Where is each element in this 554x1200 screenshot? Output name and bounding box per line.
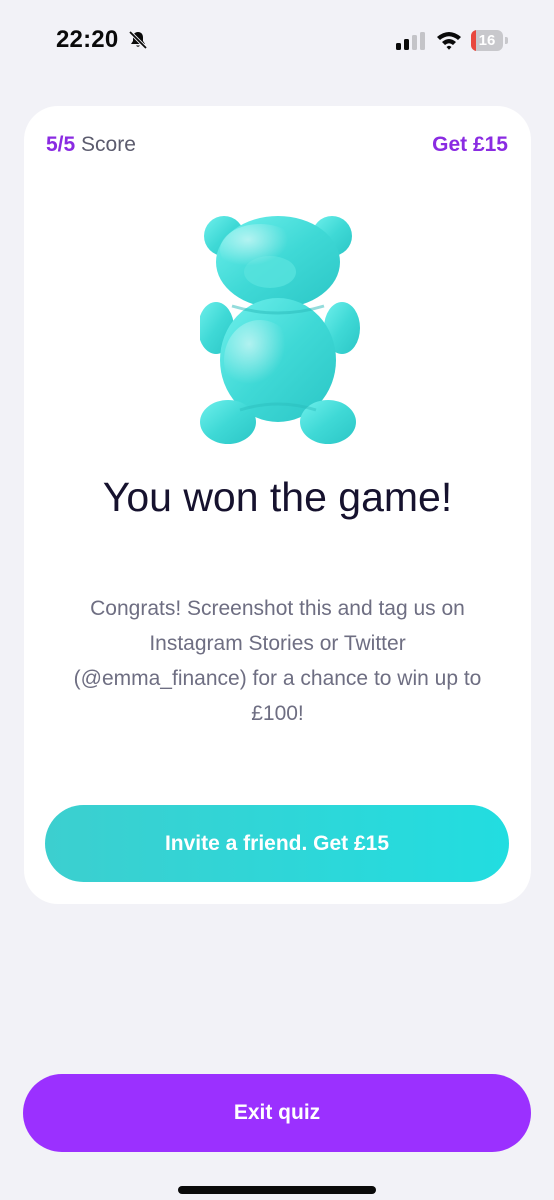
battery-icon: 16 <box>471 30 509 51</box>
congrats-message: Congrats! Screenshot this and tag us on … <box>73 597 482 725</box>
score-label: Score <box>81 133 136 156</box>
wifi-icon <box>437 32 461 50</box>
win-headline: You won the game! <box>102 474 453 520</box>
invite-friend-button[interactable]: Invite a friend. Get £15 <box>45 805 509 882</box>
cellular-signal-icon <box>396 32 425 50</box>
status-time: 22:20 <box>56 26 119 53</box>
score-display: 5/5 Score <box>46 133 136 157</box>
score-value: 5/5 <box>46 133 76 156</box>
gummy-bear-illustration <box>200 216 360 444</box>
bell-slash-icon <box>128 30 148 50</box>
battery-level: 16 <box>478 32 496 49</box>
home-indicator[interactable] <box>178 1186 376 1194</box>
exit-quiz-button[interactable]: Exit quiz <box>23 1074 531 1152</box>
result-card: 5/5 Score Get £15 You won the game! Cong… <box>24 106 531 904</box>
status-bar: 22:20 16 <box>0 0 554 84</box>
get-reward-link[interactable]: Get £15 <box>432 133 508 157</box>
